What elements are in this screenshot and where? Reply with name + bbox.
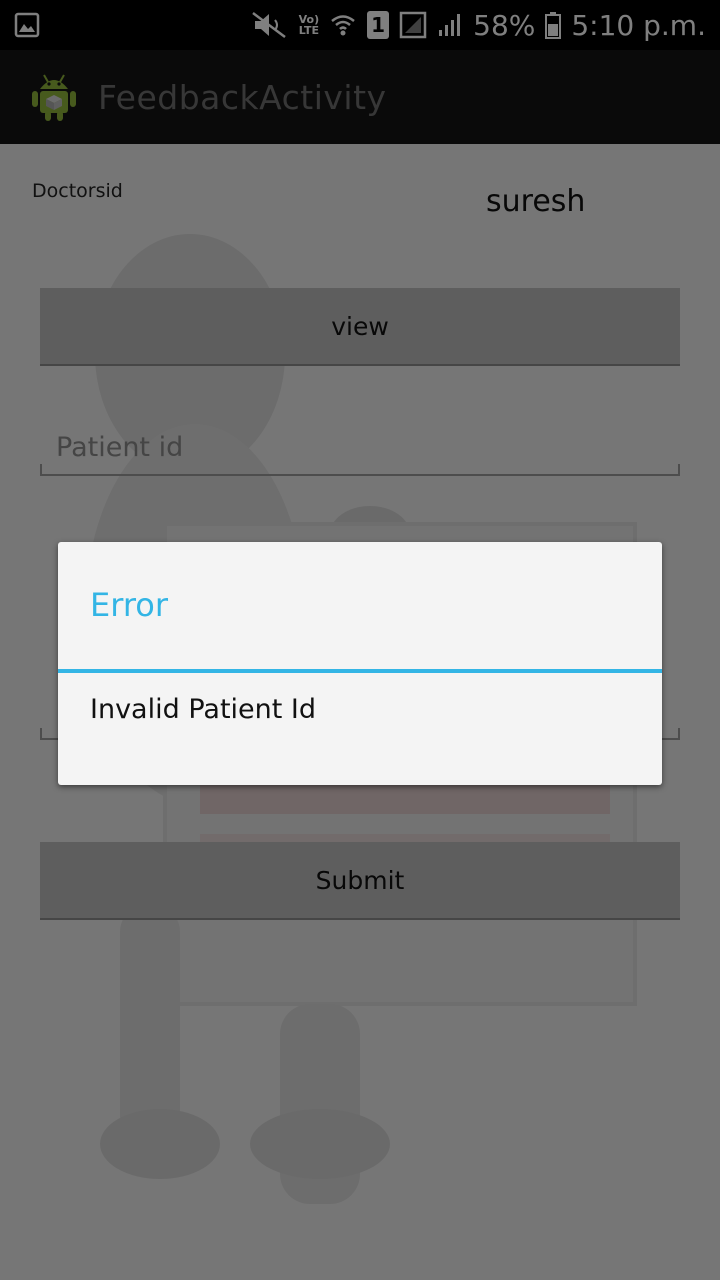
dialog-divider	[58, 669, 662, 673]
screen: Vo) LTE 1	[0, 0, 720, 1280]
error-dialog: Error Invalid Patient Id	[58, 542, 662, 785]
dialog-message: Invalid Patient Id	[90, 694, 317, 725]
dialog-title: Error	[90, 586, 168, 624]
